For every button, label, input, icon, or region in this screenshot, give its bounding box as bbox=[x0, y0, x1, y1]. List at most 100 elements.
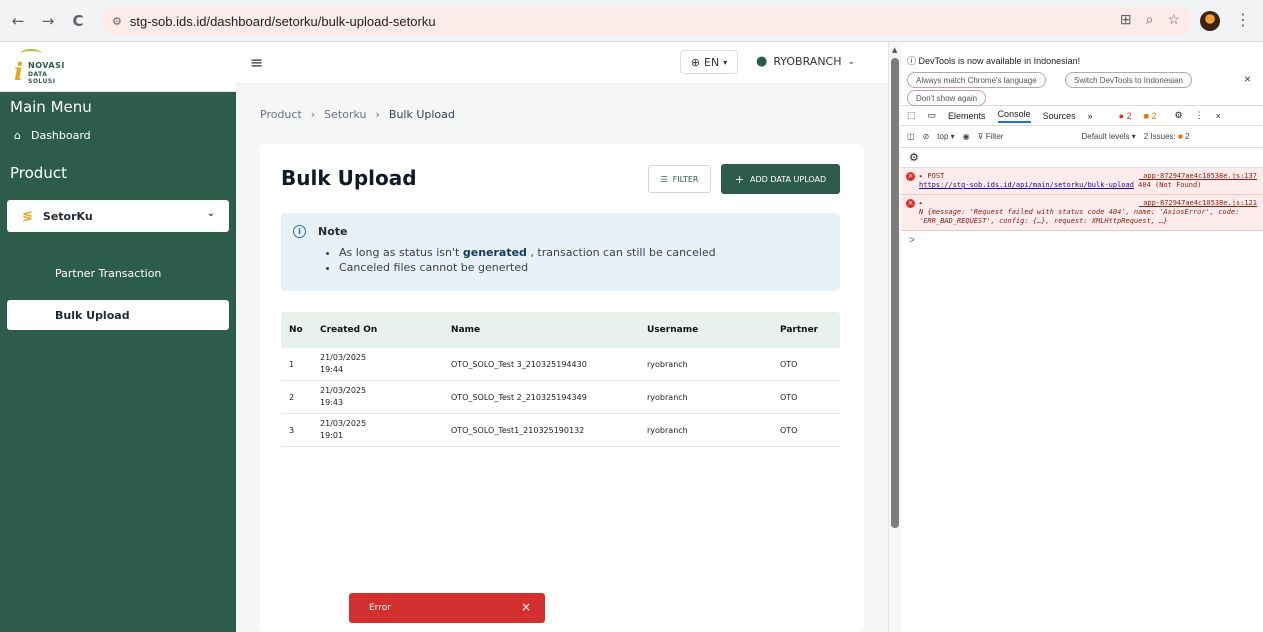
language-selector[interactable]: ⊕ EN ▾ bbox=[680, 50, 738, 74]
devtools-tabs: ⬚ ▭ Elements Console Sources » ● 2 ■ 2 ⚙… bbox=[901, 106, 1263, 126]
context-selector[interactable]: top ▾ bbox=[937, 132, 954, 141]
logo[interactable]: i NOVASI DATA SOLUSI bbox=[0, 42, 236, 92]
browser-menu-icon[interactable]: ⋮ bbox=[1235, 10, 1251, 29]
close-icon[interactable]: × bbox=[521, 600, 531, 614]
note-title: Note bbox=[318, 225, 348, 238]
note-line-2: Canceled files cannot be generted bbox=[339, 260, 716, 275]
inspect-icon[interactable]: ⬚ bbox=[907, 110, 916, 121]
filter-icon: ☰ bbox=[660, 174, 668, 184]
toast-message: Error bbox=[369, 603, 391, 613]
dont-show-again-button[interactable]: Don't show again bbox=[907, 90, 987, 106]
error-object-text: N {message: 'Request failed with status … bbox=[919, 208, 1240, 225]
issues-link[interactable]: 2 Issues: ■ 2 bbox=[1144, 132, 1190, 141]
more-options-icon[interactable]: ⋮ bbox=[1195, 110, 1204, 121]
setorku-icon: ≶ bbox=[22, 208, 33, 224]
eye-icon[interactable]: ◉ bbox=[963, 132, 970, 141]
cell-name: OTO_SOLO_Test 3_210325194430 bbox=[451, 359, 587, 369]
log-levels-selector[interactable]: Default levels ▾ bbox=[1081, 132, 1135, 141]
cell-name: OTO_SOLO_Test 2_210325194349 bbox=[451, 392, 587, 402]
chevron-down-icon: ⌄ bbox=[206, 208, 215, 219]
clear-console-icon[interactable]: ⊘ bbox=[923, 132, 930, 141]
column-header-no: No bbox=[289, 325, 303, 335]
language-label: EN bbox=[704, 55, 720, 69]
sidebar-item-dashboard[interactable]: ⌂ Dashboard bbox=[0, 118, 236, 152]
cell-name: OTO_SOLO_Test1_210325190132 bbox=[451, 425, 585, 435]
column-header-created-on: Created On bbox=[320, 325, 378, 335]
expand-arrow-icon[interactable]: ▸ bbox=[919, 199, 923, 207]
always-match-language-button[interactable]: Always match Chrome's language bbox=[907, 72, 1046, 88]
cell-partner: OTO bbox=[780, 425, 798, 435]
sidebar-item-bulk-upload[interactable]: Bulk Upload bbox=[7, 300, 229, 330]
add-data-upload-button[interactable]: + ADD DATA UPLOAD bbox=[721, 164, 840, 194]
zoom-icon[interactable]: ⌕ bbox=[1146, 11, 1154, 28]
table-row[interactable]: 1 21/03/2025 19:44 OTO_SOLO_Test 3_210325… bbox=[281, 348, 840, 381]
breadcrumb-separator-icon: › bbox=[375, 108, 380, 121]
column-header-partner: Partner bbox=[780, 325, 819, 335]
translate-icon[interactable]: ⊞ bbox=[1120, 11, 1132, 28]
scrollbar-thumb[interactable] bbox=[891, 58, 899, 528]
sidebar-toggle-icon[interactable]: ◫ bbox=[907, 132, 915, 141]
cell-no: 2 bbox=[289, 392, 295, 402]
address-bar[interactable]: ⚙ stg-sob.ids.id/dashboard/setorku/bulk-… bbox=[102, 7, 1192, 35]
note-box: i Note As long as status isn't generated… bbox=[281, 213, 840, 291]
close-icon[interactable]: × bbox=[1244, 72, 1251, 86]
console-settings-row: ⚙ bbox=[901, 148, 1263, 168]
error-count-badge[interactable]: ● 2 bbox=[1119, 111, 1132, 121]
user-avatar-icon: ● bbox=[756, 54, 768, 69]
console-prompt[interactable]: > bbox=[901, 235, 1263, 246]
cell-username: ryobranch bbox=[647, 425, 688, 435]
settings-icon[interactable]: ⚙ bbox=[1175, 110, 1183, 121]
plus-icon: + bbox=[734, 172, 745, 186]
site-info-icon[interactable]: ⚙ bbox=[112, 15, 122, 28]
hamburger-menu-icon[interactable]: ≡ bbox=[250, 53, 263, 72]
scroll-up-icon[interactable]: ▲ bbox=[892, 46, 897, 54]
console-filter-input[interactable]: ⊽ Filter bbox=[978, 132, 1004, 141]
breadcrumb-product[interactable]: Product bbox=[260, 108, 302, 121]
more-tabs-icon[interactable]: » bbox=[1088, 111, 1093, 121]
bookmark-star-icon[interactable]: ☆ bbox=[1167, 11, 1180, 28]
top-header: ≡ ⊕ EN ▾ ● RYOBRANCH ⌄ bbox=[236, 42, 888, 84]
note-line-1: As long as status isn't generated , tran… bbox=[339, 245, 716, 260]
reload-icon[interactable]: C bbox=[66, 9, 90, 33]
tab-sources[interactable]: Sources bbox=[1043, 111, 1076, 121]
browser-toolbar: ← → C ⚙ stg-sob.ids.id/dashboard/setorku… bbox=[0, 0, 1263, 42]
sidebar-item-partner-transaction[interactable]: Partner Transaction bbox=[7, 256, 229, 290]
url-text: stg-sob.ids.id/dashboard/setorku/bulk-up… bbox=[129, 13, 436, 29]
devtools-language-banner: ⓘ DevTools is now available in Indonesia… bbox=[901, 42, 1263, 106]
info-icon: i bbox=[293, 225, 306, 238]
cell-created-on: 21/03/2025 19:44 bbox=[320, 353, 367, 374]
source-link[interactable]: _app-872947ae4c10538e.js:137 bbox=[1139, 172, 1257, 181]
forward-icon[interactable]: → bbox=[36, 9, 60, 33]
filter-button[interactable]: ☰ FILTER bbox=[648, 165, 711, 193]
console-error-1[interactable]: × _app-872947ae4c10538e.js:137 ▸ POST ht… bbox=[901, 168, 1263, 195]
source-link[interactable]: _app-872947ae4c10538e.js:121 bbox=[1139, 199, 1257, 208]
table-row[interactable]: 3 21/03/2025 19:01 OTO_SOLO_Test1_2103251… bbox=[281, 414, 840, 447]
column-header-username: Username bbox=[647, 325, 699, 335]
warning-count-badge[interactable]: ■ 2 bbox=[1144, 111, 1157, 121]
user-menu[interactable]: ● RYOBRANCH ⌄ bbox=[756, 54, 855, 69]
main-content: Product › Setorku › Bulk Upload Bulk Upl… bbox=[236, 84, 888, 632]
table-header: No Created On Name Username Partner bbox=[281, 312, 840, 348]
cell-partner: OTO bbox=[780, 392, 798, 402]
extension-icon[interactable] bbox=[1200, 11, 1220, 31]
tab-console[interactable]: Console bbox=[997, 109, 1031, 123]
request-url[interactable]: https://stg-sob.ids.id/api/main/setorku/… bbox=[919, 181, 1134, 189]
company-logo: i NOVASI DATA SOLUSI bbox=[12, 48, 72, 86]
sidebar-item-label: SetorKu bbox=[42, 209, 93, 223]
bulk-upload-card: Bulk Upload ☰ FILTER + ADD DATA UPLOAD i… bbox=[260, 144, 864, 632]
console-error-2[interactable]: × _app-872947ae4c10538e.js:121 ▸ N {mess… bbox=[901, 195, 1263, 231]
cell-username: ryobranch bbox=[647, 392, 688, 402]
cell-created-on: 21/03/2025 19:43 bbox=[320, 386, 367, 407]
switch-devtools-language-button[interactable]: Switch DevTools to Indonesian bbox=[1065, 72, 1192, 88]
tab-elements[interactable]: Elements bbox=[948, 111, 986, 121]
breadcrumb-setorku[interactable]: Setorku bbox=[324, 108, 366, 121]
banner-message: ⓘ DevTools is now available in Indonesia… bbox=[907, 56, 1081, 66]
back-icon[interactable]: ← bbox=[6, 9, 30, 33]
close-icon[interactable]: × bbox=[1216, 111, 1221, 121]
table-row[interactable]: 2 21/03/2025 19:43 OTO_SOLO_Test 2_210325… bbox=[281, 381, 840, 414]
sidebar-item-setorku[interactable]: ≶ SetorKu ⌄ bbox=[7, 200, 229, 232]
console-settings-icon[interactable]: ⚙ bbox=[909, 151, 919, 164]
device-toolbar-icon[interactable]: ▭ bbox=[928, 110, 937, 121]
cell-username: ryobranch bbox=[647, 359, 688, 369]
page-scrollbar[interactable]: ▲ bbox=[888, 42, 901, 632]
